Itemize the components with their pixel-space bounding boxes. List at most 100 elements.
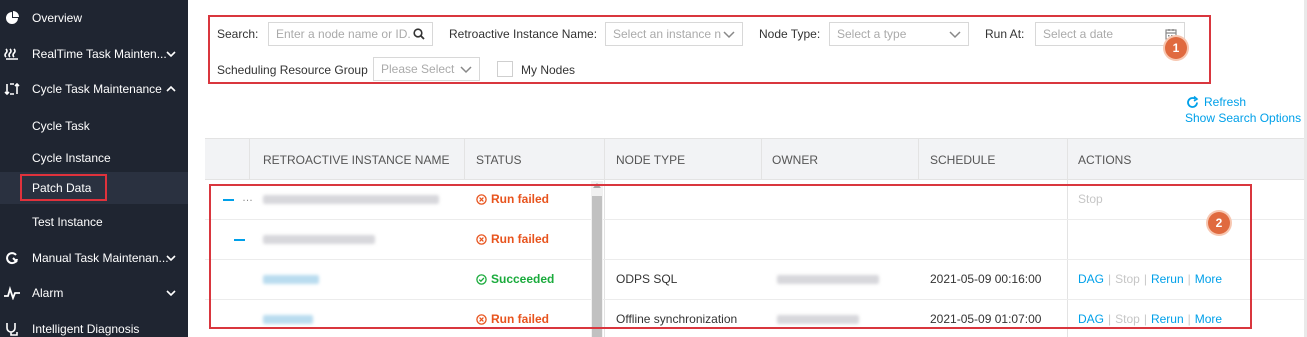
col-actions: ACTIONS bbox=[1078, 153, 1132, 167]
redacted-instance-name bbox=[263, 235, 375, 244]
collapse-icon[interactable] bbox=[223, 199, 234, 201]
pulse-icon bbox=[4, 285, 20, 301]
table-row[interactable]: Run failed bbox=[205, 220, 1307, 260]
node-type-select[interactable]: Select a type bbox=[829, 22, 969, 46]
nav-alarm-label: Alarm bbox=[32, 286, 64, 300]
rerun-action[interactable]: Rerun bbox=[1151, 272, 1184, 286]
success-icon bbox=[476, 273, 487, 285]
col-divider bbox=[761, 138, 762, 180]
collapse-icon[interactable] bbox=[234, 239, 245, 241]
run-at-label: Run At: bbox=[985, 27, 1025, 41]
resource-group-placeholder: Please Select bbox=[381, 62, 455, 76]
col-retroactive-instance-name: RETROACTIVE INSTANCE NAME bbox=[263, 153, 450, 167]
node-type-placeholder: Select a type bbox=[837, 27, 907, 41]
status-text: Run failed bbox=[491, 312, 550, 326]
table-row[interactable]: … Run failed Stop bbox=[205, 180, 1307, 220]
chevron-down-icon bbox=[949, 31, 961, 39]
nav-overview-label: Overview bbox=[32, 11, 83, 25]
scroll-up-arrow-icon[interactable] bbox=[593, 182, 601, 190]
nav-cycle-task-maintenance[interactable]: Cycle Task Maintenance bbox=[0, 73, 188, 105]
subnav-patch-data-label: Patch Data bbox=[32, 181, 92, 195]
redacted-owner bbox=[777, 315, 859, 324]
search-icon[interactable] bbox=[413, 28, 425, 40]
subnav-cycle-instance[interactable]: Cycle Instance bbox=[0, 142, 188, 174]
schedule-cell: 2021-05-09 01:07:00 bbox=[930, 312, 1042, 326]
dag-action[interactable]: DAG bbox=[1078, 312, 1104, 326]
subnav-patch-data[interactable]: Patch Data bbox=[0, 172, 188, 204]
col-node-type: NODE TYPE bbox=[616, 153, 686, 167]
search-input[interactable]: Enter a node name or ID. bbox=[268, 22, 433, 46]
table-scrollbar-thumb[interactable] bbox=[592, 196, 602, 337]
status-badge: Run failed bbox=[476, 192, 549, 206]
node-type-cell: Offline synchronization bbox=[616, 312, 738, 326]
redacted-owner bbox=[777, 275, 879, 284]
table-header: RETROACTIVE INSTANCE NAME STATUS NODE TY… bbox=[205, 138, 1307, 180]
run-at-date-picker[interactable]: Select a date bbox=[1035, 22, 1185, 46]
chevron-down-icon bbox=[723, 31, 735, 39]
nav-manual-task-maintenance[interactable]: Manual Task Maintenan... bbox=[0, 242, 188, 274]
status-text: Succeeded bbox=[491, 272, 555, 286]
callout-badge-2: 2 bbox=[1208, 212, 1230, 234]
retroactive-instance-placeholder: Select an instance n bbox=[613, 27, 722, 41]
chevron-up-icon bbox=[166, 85, 176, 92]
subnav-test-instance-label: Test Instance bbox=[32, 215, 103, 229]
error-icon bbox=[476, 193, 487, 205]
show-search-options-link[interactable]: Show Search Options bbox=[1185, 111, 1301, 125]
nav-cycle-label: Cycle Task Maintenance bbox=[32, 82, 162, 96]
table-row[interactable]: Run failed Offline synchronization 2021-… bbox=[205, 300, 1307, 337]
retroactive-instance-select[interactable]: Select an instance n bbox=[605, 22, 743, 46]
chevron-down-icon bbox=[166, 290, 176, 297]
table-row[interactable]: Succeeded ODPS SQL 2021-05-09 00:16:00 D… bbox=[205, 260, 1307, 300]
stop-action[interactable]: Stop bbox=[1115, 272, 1140, 286]
status-text: Run failed bbox=[491, 192, 550, 206]
status-badge: Succeeded bbox=[476, 272, 554, 286]
rerun-action[interactable]: Rerun bbox=[1151, 312, 1184, 326]
cycle-icon bbox=[4, 81, 20, 97]
status-badge: Run failed bbox=[476, 232, 549, 246]
waves-icon bbox=[4, 46, 20, 62]
col-schedule: SCHEDULE bbox=[930, 153, 996, 167]
nav-alarm[interactable]: Alarm bbox=[0, 277, 188, 309]
my-nodes-checkbox[interactable] bbox=[497, 61, 513, 77]
sidebar: Overview RealTime Task Mainten... Cycle … bbox=[0, 0, 188, 337]
stop-action[interactable]: Stop bbox=[1115, 312, 1140, 326]
main-content: Search: Enter a node name or ID. Retroac… bbox=[205, 0, 1307, 337]
col-divider bbox=[464, 138, 465, 180]
subnav-cycle-task-label: Cycle Task bbox=[32, 119, 90, 133]
chevron-down-icon bbox=[460, 66, 472, 74]
error-icon bbox=[476, 313, 487, 325]
node-type-label: Node Type: bbox=[759, 27, 821, 41]
stop-action[interactable]: Stop bbox=[1078, 192, 1103, 206]
resource-group-select[interactable]: Please Select bbox=[373, 57, 480, 81]
nav-realtime-task-maintenance[interactable]: RealTime Task Mainten... bbox=[0, 38, 188, 70]
col-divider bbox=[918, 138, 919, 180]
search-placeholder: Enter a node name or ID. bbox=[276, 27, 411, 41]
node-type-cell: ODPS SQL bbox=[616, 272, 678, 286]
redacted-instance-link[interactable] bbox=[263, 315, 313, 324]
status-badge: Run failed bbox=[476, 312, 549, 326]
row-actions: Stop bbox=[1078, 192, 1103, 206]
dag-action[interactable]: DAG bbox=[1078, 272, 1104, 286]
patch-data-table: RETROACTIVE INSTANCE NAME STATUS NODE TY… bbox=[205, 138, 1307, 337]
retroactive-instance-label: Retroactive Instance Name: bbox=[449, 27, 598, 41]
nav-intelligent-diagnosis[interactable]: Intelligent Diagnosis bbox=[0, 313, 188, 337]
nav-realtime-label: RealTime Task Mainten... bbox=[32, 47, 167, 61]
col-divider bbox=[249, 138, 250, 180]
status-text: Run failed bbox=[491, 232, 550, 246]
nav-overview[interactable]: Overview bbox=[0, 2, 188, 34]
more-action[interactable]: More bbox=[1195, 312, 1222, 326]
more-action[interactable]: More bbox=[1195, 272, 1222, 286]
nav-manual-label: Manual Task Maintenan... bbox=[32, 251, 169, 265]
subnav-test-instance[interactable]: Test Instance bbox=[0, 206, 188, 238]
resource-group-label: Scheduling Resource Group bbox=[217, 63, 368, 77]
pie-chart-icon bbox=[4, 10, 20, 26]
chevron-down-icon bbox=[166, 51, 176, 58]
my-nodes-label: My Nodes bbox=[521, 63, 576, 77]
chevron-down-icon bbox=[166, 255, 176, 262]
callout-badge-1: 1 bbox=[1165, 37, 1187, 59]
redacted-instance-link[interactable] bbox=[263, 275, 319, 284]
nav-diagnosis-label: Intelligent Diagnosis bbox=[32, 322, 140, 336]
refresh-button[interactable]: Refresh bbox=[1186, 95, 1246, 109]
redacted-instance-name bbox=[263, 195, 439, 204]
subnav-cycle-task[interactable]: Cycle Task bbox=[0, 110, 188, 142]
